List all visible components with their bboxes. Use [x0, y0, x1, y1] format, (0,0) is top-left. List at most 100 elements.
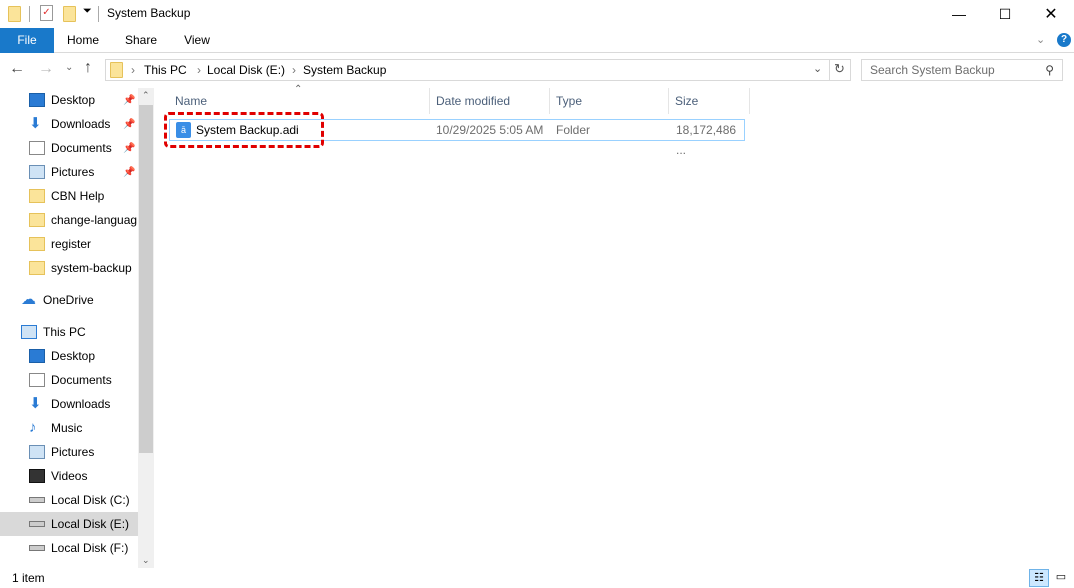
folder-icon [29, 189, 45, 203]
nav-item-label: system-backup [51, 261, 132, 275]
drive-icon [29, 545, 45, 551]
nav-item-system-backup[interactable]: system-backup [0, 256, 138, 280]
nav-item-label: CBN Help [51, 189, 104, 203]
ribbon-tabs: File Home Share View ⌄ ? [0, 28, 1074, 53]
nav-item-label: Videos [51, 469, 87, 483]
nav-item-label: Pictures [51, 165, 94, 179]
videos-icon [29, 469, 45, 483]
nav-item-label: Downloads [51, 397, 110, 411]
nav-item-downloads[interactable]: ⬇ Downloads 📌 [0, 112, 138, 136]
search-input[interactable]: Search System Backup ⚲ [861, 59, 1063, 81]
divider [29, 6, 30, 22]
help-icon[interactable]: ? [1057, 33, 1071, 47]
up-button[interactable]: ↑ [84, 59, 92, 77]
column-header-size[interactable]: Size [669, 88, 750, 114]
forward-button[interactable]: → [38, 60, 54, 78]
nav-item-desktop[interactable]: Desktop [0, 344, 138, 368]
customize-qat-icon[interactable]: ⏷ [83, 5, 92, 18]
nav-item-videos[interactable]: Videos [0, 464, 138, 488]
nav-item-onedrive[interactable]: ☁ OneDrive [0, 288, 138, 312]
nav-item-desktop[interactable]: Desktop 📌 [0, 88, 138, 112]
large-icons-view-button[interactable]: ▭ [1051, 569, 1071, 587]
folder-icon [29, 237, 45, 251]
breadcrumb-system-backup[interactable]: System Backup [303, 63, 386, 77]
nav-item-label: This PC [43, 325, 86, 339]
folder-icon [29, 213, 45, 227]
desktop-icon [29, 349, 45, 363]
nav-item-documents[interactable]: Documents 📌 [0, 136, 138, 160]
tab-view[interactable]: View [174, 28, 220, 53]
nav-item-label: Desktop [51, 349, 95, 363]
pin-icon[interactable]: 📌 [123, 167, 135, 178]
download-icon: ⬇ [29, 397, 45, 411]
nav-item-change-languag[interactable]: change-languag [0, 208, 138, 232]
nav-item-label: change-languag [51, 213, 137, 227]
pin-icon[interactable]: 📌 [123, 119, 135, 130]
breadcrumb-local-disk-e[interactable]: Local Disk (E:) [207, 63, 285, 77]
nav-item-cbn-help[interactable]: CBN Help [0, 184, 138, 208]
download-icon: ⬇ [29, 117, 45, 131]
tab-home[interactable]: Home [60, 28, 106, 53]
refresh-icon[interactable]: ↻ [834, 61, 845, 77]
folder-icon [110, 62, 123, 78]
breadcrumb-this-pc[interactable]: This PC [144, 63, 187, 77]
nav-item-label: Pictures [51, 445, 94, 459]
nav-item-label: Desktop [51, 93, 95, 107]
nav-item-pictures[interactable]: Pictures 📌 [0, 160, 138, 184]
scrollbar-thumb[interactable] [139, 105, 153, 453]
pin-icon[interactable]: 📌 [123, 95, 135, 106]
highlight-annotation [164, 112, 324, 148]
nav-item-label: Documents [51, 373, 112, 387]
details-view-button[interactable]: ☷ [1029, 569, 1049, 587]
folder-icon [8, 6, 21, 22]
status-bar: 1 item ☷ ▭ [0, 568, 1074, 588]
file-type: Folder [556, 120, 590, 140]
navigation-pane: Desktop 📌 ⬇ Downloads 📌 Documents 📌 Pictures 📌 CB… [0, 88, 138, 568]
close-button[interactable]: ✕ [1028, 0, 1074, 28]
column-header-type[interactable]: Type [550, 88, 669, 114]
minimize-button[interactable]: — [936, 0, 982, 28]
nav-item-label: Local Disk (C:) [51, 493, 130, 507]
search-placeholder: Search System Backup [870, 63, 995, 77]
nav-item-pictures[interactable]: Pictures [0, 440, 138, 464]
nav-item-music[interactable]: ♪Music [0, 416, 138, 440]
expand-ribbon-icon[interactable]: ⌄ [1036, 33, 1045, 46]
address-bar[interactable]: › This PC › Local Disk (E:) › System Bac… [105, 59, 851, 81]
nav-item-label: Local Disk (E:) [51, 517, 129, 531]
new-folder-icon[interactable] [63, 6, 76, 22]
pictures-icon [29, 165, 45, 179]
tab-share[interactable]: Share [118, 28, 164, 53]
nav-item-label: Local Disk (F:) [51, 541, 128, 555]
nav-item-documents[interactable]: Documents [0, 368, 138, 392]
folder-icon [29, 261, 45, 275]
column-header-name[interactable]: Name [169, 88, 430, 114]
nav-item-local-disk-e[interactable]: Local Disk (E:) [0, 512, 138, 536]
tab-file[interactable]: File [0, 28, 54, 53]
maximize-button[interactable]: ☐ [982, 0, 1028, 28]
nav-item-label: Downloads [51, 117, 110, 131]
back-button[interactable]: ← [9, 60, 25, 78]
this-pc-icon [21, 325, 37, 339]
properties-icon[interactable]: ✓ [40, 5, 53, 21]
nav-item-local-disk-c[interactable]: Local Disk (C:) [0, 488, 138, 512]
file-size: 18,172,486 ... [676, 120, 744, 160]
address-dropdown-icon[interactable]: ⌄ [813, 62, 822, 75]
nav-item-local-disk-f[interactable]: Local Disk (F:) [0, 536, 138, 560]
item-count: 1 item [12, 571, 45, 585]
search-icon: ⚲ [1045, 60, 1054, 80]
nav-item-downloads[interactable]: ⬇ Downloads [0, 392, 138, 416]
nav-item-label: OneDrive [43, 293, 94, 307]
window-title: System Backup [107, 6, 190, 20]
nav-scrollbar[interactable]: ⌃ ⌄ [138, 88, 154, 568]
onedrive-icon: ☁ [21, 293, 37, 307]
pin-icon[interactable]: 📌 [123, 143, 135, 154]
recent-locations-button[interactable]: ⌄ [65, 62, 73, 73]
nav-item-this-pc[interactable]: This PC [0, 320, 138, 344]
divider [98, 6, 99, 22]
column-header-date[interactable]: Date modified [430, 88, 550, 114]
nav-item-register[interactable]: register [0, 232, 138, 256]
title-bar: ✓ ⏷ System Backup — ☐ ✕ [0, 0, 1074, 28]
nav-item-label: register [51, 237, 91, 251]
nav-item-label: Documents [51, 141, 112, 155]
drive-icon [29, 521, 45, 527]
